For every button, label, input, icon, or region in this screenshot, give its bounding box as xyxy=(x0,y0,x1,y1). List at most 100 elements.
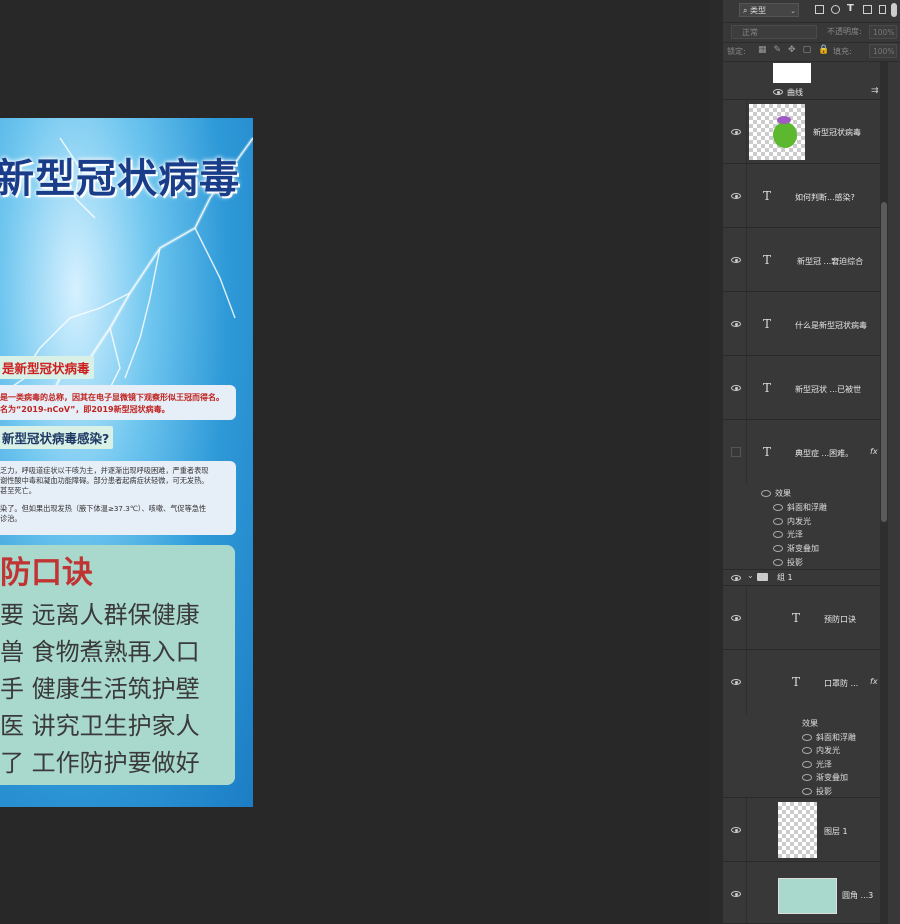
eye-icon[interactable] xyxy=(773,545,783,552)
layer-name: 口罩防 ... xyxy=(824,679,859,688)
eye-icon[interactable] xyxy=(761,490,771,497)
layer-curves[interactable]: 曲线 ⇉ xyxy=(723,62,888,100)
effect-label: 内发光 xyxy=(816,746,840,755)
canvas-area[interactable]: 新型冠状病毒 是新型冠状病毒 是一类病毒的总称，因其在电子显微镜下观察形似王冠而… xyxy=(0,0,711,924)
fx-icon[interactable]: fx xyxy=(870,677,878,686)
eye-icon[interactable] xyxy=(731,321,741,327)
opacity-input[interactable]: 100% xyxy=(869,25,897,39)
section2-line: 染了。但如果出现发热（腋下体温≥37.3℃）、咳嗽、气促等急性 xyxy=(0,504,207,513)
layer-list[interactable]: 曲线 ⇉ 新型冠状病毒 T 如何判断...感染? T 新型冠 ...窘迫综合 T… xyxy=(723,62,888,924)
effect-item[interactable]: 投影 xyxy=(773,557,803,568)
layer-name: 组 1 xyxy=(777,573,793,582)
layer-mask-thumbnail xyxy=(773,63,811,83)
eye-icon[interactable] xyxy=(802,761,812,768)
blend-mode-select[interactable]: 正常 xyxy=(731,25,817,39)
text-layer-icon: T xyxy=(763,317,772,331)
blend-row: 正常 不透明度: 100% xyxy=(723,23,900,43)
eye-icon[interactable] xyxy=(731,679,741,685)
section1-box: 是一类病毒的总称，因其在电子显微镜下观察形似王冠而得名。 名为“2019-nCo… xyxy=(0,385,236,420)
eye-icon[interactable] xyxy=(773,559,783,566)
smart-object-filter-icon[interactable] xyxy=(879,5,886,14)
section1-heading: 是新型冠状病毒 xyxy=(0,356,94,379)
eye-icon[interactable] xyxy=(773,531,783,538)
effects-label: 效果 xyxy=(802,719,818,728)
layers-panel: ⌕ 类型 ⌄ T 正常 不透明度: 100% 锁定: ▦✎✥▢🔒 填充: 100… xyxy=(711,0,900,924)
shape-filter-icon[interactable] xyxy=(863,5,872,14)
eye-icon[interactable] xyxy=(802,734,812,741)
layer-text-6[interactable]: T 预防口诀 xyxy=(723,586,888,650)
effect-label: 投影 xyxy=(816,787,832,796)
layer-image-1[interactable]: 图层 1 xyxy=(723,798,888,862)
section1-line: 是一类病毒的总称，因其在电子显微镜下观察形似王冠而得名。 xyxy=(0,393,224,402)
text-layer-icon: T xyxy=(763,445,772,459)
chevron-down-icon[interactable]: ⌄ xyxy=(747,571,754,580)
rhyme-line: 兽 食物煮熟再入口 xyxy=(0,638,200,666)
effect-item[interactable]: 光泽 xyxy=(802,759,832,770)
layer-thumbnail xyxy=(778,878,837,914)
filter-kind-select[interactable]: ⌕ 类型 ⌄ xyxy=(739,3,799,17)
effect-item[interactable]: 投影 xyxy=(802,786,832,797)
fill-input[interactable]: 100% xyxy=(869,44,897,58)
filter-kind-label: 类型 xyxy=(750,6,767,15)
effects-header[interactable]: 效果 xyxy=(802,718,818,729)
text-layer-icon: T xyxy=(763,189,772,203)
fx-icon[interactable]: fx xyxy=(870,447,878,456)
effect-item[interactable]: 斜面和浮雕 xyxy=(802,732,856,743)
eye-icon[interactable] xyxy=(731,891,741,897)
poster-title: 新型冠状病毒 xyxy=(0,156,240,202)
section2-line: 甚至死亡。 xyxy=(0,486,36,495)
eye-icon[interactable] xyxy=(802,774,812,781)
type-filter-icon[interactable]: T xyxy=(847,3,854,14)
section2-line: 谢性酸中毒和凝血功能障碍。部分患者起病症状轻微，可无发热。 xyxy=(0,476,209,485)
eye-icon[interactable] xyxy=(802,788,812,795)
layer-text-1[interactable]: T 如何判断...感染? xyxy=(723,164,888,228)
eye-icon[interactable] xyxy=(731,385,741,391)
layer-filter-bar: ⌕ 类型 ⌄ T xyxy=(723,0,900,23)
eye-icon[interactable] xyxy=(773,518,783,525)
layer-rounded-rect[interactable]: 圆角 ...3 xyxy=(723,862,888,924)
lock-icons[interactable]: ▦✎✥▢🔒 xyxy=(758,45,836,55)
effect-item[interactable]: 内发光 xyxy=(773,516,811,527)
layer-virus[interactable]: 新型冠状病毒 xyxy=(723,100,888,164)
visibility-off-box[interactable] xyxy=(731,447,741,457)
eye-icon[interactable] xyxy=(731,615,741,621)
text-layer-icon: T xyxy=(763,381,772,395)
effect-item[interactable]: 斜面和浮雕 xyxy=(773,502,827,513)
layer-name: 图层 1 xyxy=(824,827,848,836)
layer-text-2[interactable]: T 新型冠 ...窘迫综合 xyxy=(723,228,888,292)
layer-name: 新型冠 ...窘迫综合 xyxy=(797,257,864,266)
eye-icon[interactable] xyxy=(731,575,741,581)
eye-icon[interactable] xyxy=(773,504,783,511)
layer-name: 新型冠状 ...已被世 xyxy=(795,385,862,394)
document-canvas[interactable]: 新型冠状病毒 是新型冠状病毒 是一类病毒的总称，因其在电子显微镜下观察形似王冠而… xyxy=(0,118,253,807)
effect-item[interactable]: 渐变叠加 xyxy=(773,543,819,554)
text-layer-icon: T xyxy=(763,253,772,267)
eye-icon[interactable] xyxy=(773,89,783,95)
effect-item[interactable]: 光泽 xyxy=(773,529,803,540)
effect-label: 斜面和浮雕 xyxy=(816,733,856,742)
effect-item[interactable]: 内发光 xyxy=(802,745,840,756)
scrollbar-thumb[interactable] xyxy=(881,202,887,522)
layer-text-7[interactable]: T 口罩防 ... fx 效果 斜面和浮雕 内发光 光泽 渐变叠加 投影 xyxy=(723,650,888,798)
panel-gutter xyxy=(711,0,723,924)
eye-icon[interactable] xyxy=(731,827,741,833)
pixel-filter-icon[interactable] xyxy=(815,5,824,14)
layer-name: 预防口诀 xyxy=(824,615,856,624)
adjustment-filter-icon[interactable] xyxy=(831,5,840,14)
effects-header[interactable]: 效果 xyxy=(761,488,791,499)
eye-icon[interactable] xyxy=(802,747,812,754)
layer-text-4[interactable]: T 新型冠状 ...已被世 xyxy=(723,356,888,420)
eye-icon[interactable] xyxy=(731,193,741,199)
chevron-down-icon: ⌄ xyxy=(790,7,796,15)
adjustment-icon: ⇉ xyxy=(871,86,879,96)
layer-group[interactable]: ⌄ 组 1 xyxy=(723,570,888,586)
eye-icon[interactable] xyxy=(731,129,741,135)
eye-icon[interactable] xyxy=(731,257,741,263)
layer-text-5[interactable]: T 典型症 ...困难。 fx 效果 斜面和浮雕 内发光 光泽 渐变叠加 投影 xyxy=(723,420,888,570)
filter-toggle[interactable] xyxy=(891,3,897,17)
effect-item[interactable]: 渐变叠加 xyxy=(802,772,848,783)
rhyme-line: 了 工作防护要做好 xyxy=(0,749,200,777)
lock-row: 锁定: ▦✎✥▢🔒 填充: 100% xyxy=(723,43,900,62)
layers-scrollbar[interactable] xyxy=(880,62,888,924)
layer-text-3[interactable]: T 什么是新型冠状病毒 xyxy=(723,292,888,356)
